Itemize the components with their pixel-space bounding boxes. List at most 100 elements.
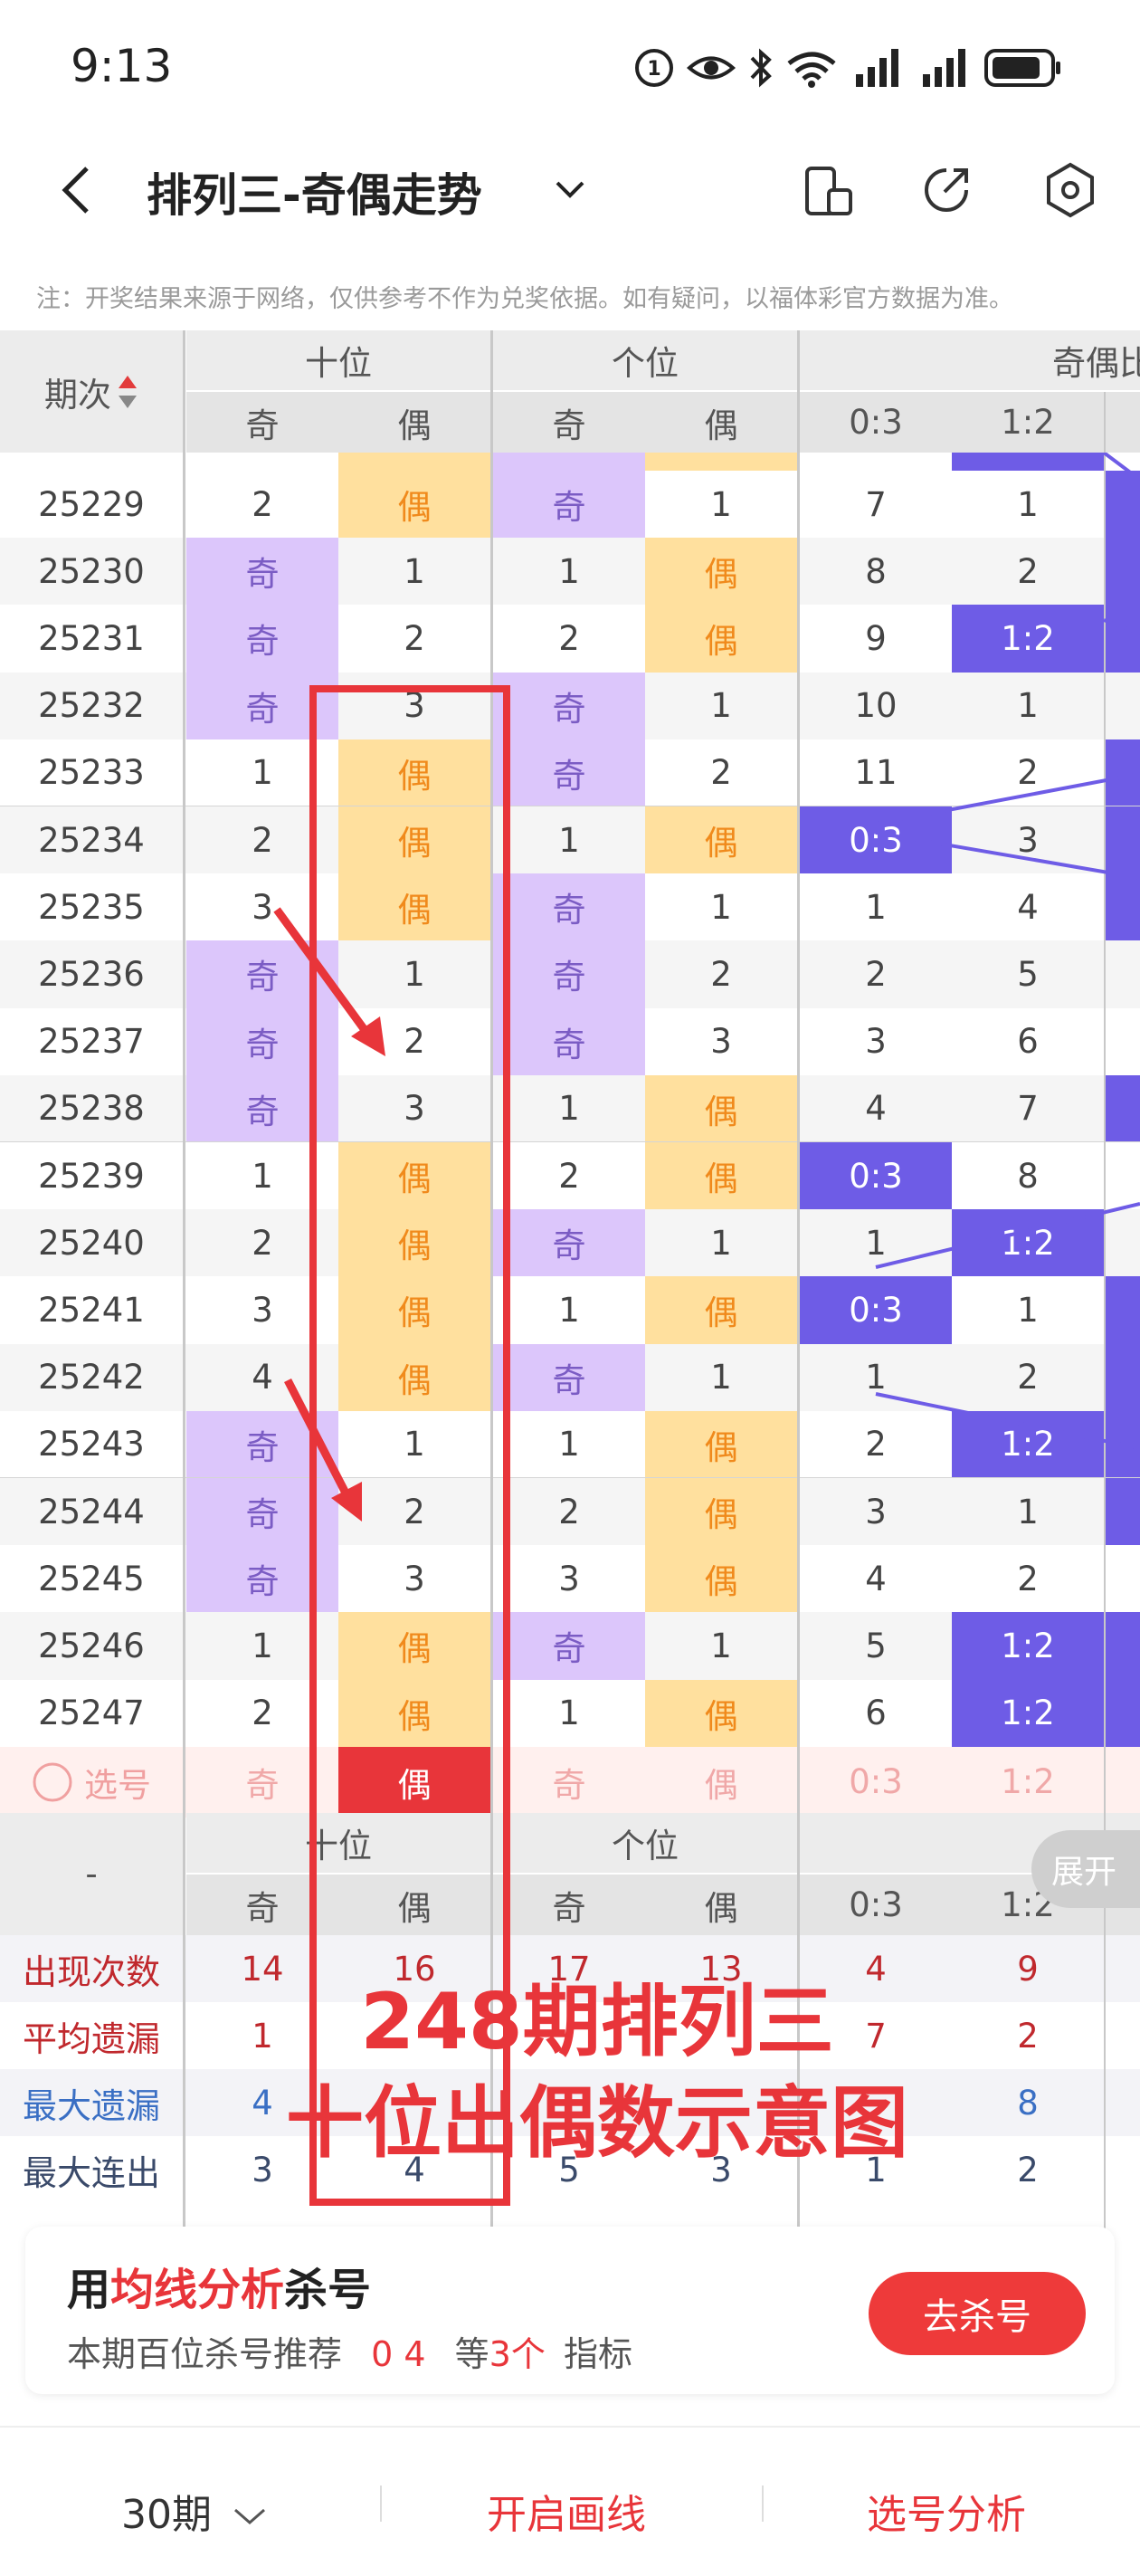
period-cell: 25241 (38, 1290, 145, 1330)
tens-odd-header: 奇 (186, 392, 338, 453)
cell-oe: 1 (710, 1626, 732, 1665)
footer-ones-odd: 奇 (493, 1875, 645, 1935)
ratio-12-header: 1:2 (952, 392, 1104, 453)
stats-label: 出现次数 (22, 1951, 160, 1992)
cell-oo: 奇 (493, 873, 645, 941)
go-kill-button[interactable]: 去杀号 (869, 2272, 1086, 2355)
period-cell: 25238 (38, 1089, 145, 1129)
status-time: 9:13 (71, 40, 173, 92)
period-cell: 25239 (38, 1156, 145, 1196)
cell-oo: 奇 (493, 1343, 645, 1411)
cell-oo: 奇 (493, 739, 645, 806)
cell-oe: 偶 (645, 1276, 797, 1344)
wifi-icon (787, 52, 836, 88)
divider (183, 330, 185, 2236)
cell-oo: 1 (558, 1290, 580, 1330)
cell-oo: 奇 (493, 1612, 645, 1680)
trend-lines (875, 453, 1140, 1450)
svg-text:1: 1 (647, 58, 660, 81)
bottom-bar: 30期 开启画线 选号分析 (0, 2426, 1140, 2576)
cell-oe: 偶 (645, 1142, 797, 1210)
cell-te: 1 (404, 551, 425, 591)
select-label[interactable]: 选号 (0, 1747, 183, 1818)
cell-oe: 1 (710, 484, 732, 524)
cell-oo: 2 (558, 618, 580, 658)
cell-oe: 偶 (645, 538, 797, 606)
cell-oe: 偶 (645, 1074, 797, 1142)
separator (380, 2485, 382, 2522)
period-cell: 25234 (38, 820, 145, 860)
footer-dash: - (0, 1813, 183, 1935)
annotation-line1: 248期排列三 (360, 1977, 834, 2067)
period-cell: 25231 (38, 618, 145, 658)
phone-icon[interactable] (803, 165, 854, 217)
back-icon[interactable] (54, 163, 100, 217)
ones-even-header: 偶 (645, 392, 797, 453)
tens-even-header: 偶 (338, 392, 490, 453)
signal-icon-1 (856, 49, 898, 87)
period-header-label: 期次 (44, 375, 111, 415)
chevron-down-icon (234, 2508, 265, 2524)
kill-card-title: 用均线分析杀号 (67, 2254, 371, 2317)
cell-oo: 3 (558, 1559, 580, 1598)
period-cell: 25243 (38, 1425, 145, 1465)
cell-oo: 1 (558, 551, 580, 591)
annotation-line2: 十位出偶数示意图 (286, 2078, 908, 2169)
kill-desc-nums: 0 4 (371, 2334, 426, 2374)
cell-oe: 1 (710, 1223, 732, 1263)
ratio-next-header (1106, 392, 1140, 453)
page-title[interactable]: 排列三-奇偶走势 (147, 159, 482, 224)
ratio-header-label: 奇偶比 (1052, 344, 1140, 383)
cell-oe: 偶 (645, 1410, 797, 1478)
kill-number-card: 用均线分析杀号 本期百位杀号推荐 0 4 等3个 指标 去杀号 (25, 2227, 1115, 2394)
period-cell: 25247 (38, 1693, 145, 1733)
partial-row-cell (338, 453, 490, 471)
chevron-down-icon[interactable] (552, 176, 588, 203)
cell-oo: 1 (558, 820, 580, 860)
battery-icon (984, 49, 1060, 87)
cell-te: 2 (404, 618, 425, 658)
number-analysis-button[interactable]: 选号分析 (867, 2482, 1026, 2540)
partial-row-cell (645, 453, 797, 471)
period-header[interactable]: 期次 (0, 330, 183, 453)
ratio-header: 奇偶比 (800, 330, 1140, 390)
cell-oo: 1 (558, 1425, 580, 1465)
settings-icon[interactable] (1042, 161, 1098, 219)
periods-selector[interactable]: 30期 (121, 2482, 268, 2540)
footer-ones-header: 个位 (493, 1813, 797, 1873)
ones-odd-header: 奇 (493, 392, 645, 453)
expand-button[interactable]: 展开 (1031, 1830, 1140, 1908)
period-cell: 25246 (38, 1626, 145, 1665)
cell-oe: 2 (710, 753, 732, 793)
kill-title-suffix: 杀号 (284, 2265, 372, 2315)
cell-oe: 3 (710, 1022, 732, 1062)
cell-oe: 偶 (645, 605, 797, 673)
period-cell: 25237 (38, 1022, 145, 1062)
period-cell: 25232 (38, 686, 145, 726)
sort-icon (119, 375, 137, 408)
cell-oo: 奇 (493, 940, 645, 1008)
share-icon[interactable] (919, 163, 974, 217)
select-oe[interactable]: 偶 (645, 1747, 797, 1818)
annotation-text: 248期排列三 十位出偶数示意图 (208, 1971, 986, 2174)
period-cell: 25245 (38, 1559, 145, 1598)
bluetooth-icon (750, 48, 772, 88)
data-source-notice: 注：开奖结果来源于网络，仅供参考不作为兑奖依据。如有疑问，以福体彩官方数据为准。 (36, 285, 1013, 313)
alarm-icon: 1 (635, 49, 673, 87)
trend-table: 期次 十位 个位 奇偶比 奇 偶 奇 偶 0:3 1:2 25229 2 偶奇 1 7 1… (0, 330, 1140, 2236)
radio-circle-icon (33, 1762, 72, 1802)
period-cell: 25229 (38, 484, 145, 524)
eye-icon (686, 56, 736, 80)
cell-oe: 偶 (645, 1478, 797, 1546)
select-oo[interactable]: 奇 (493, 1747, 645, 1818)
kill-card-desc: 本期百位杀号推荐 0 4 等3个 指标 (67, 2326, 632, 2376)
cell-oo: 2 (558, 1156, 580, 1196)
status-bar: 9:13 1 (0, 0, 1140, 136)
stats-label: 最大连出 (22, 2152, 160, 2193)
cell-oe: 1 (710, 1358, 732, 1398)
kill-desc-mid: 等 (454, 2334, 489, 2374)
draw-line-button[interactable]: 开启画线 (487, 2482, 646, 2540)
stats-label: 平均遗漏 (22, 2018, 160, 2059)
period-cell: 25236 (38, 954, 145, 994)
cell-oo: 1 (558, 1693, 580, 1733)
